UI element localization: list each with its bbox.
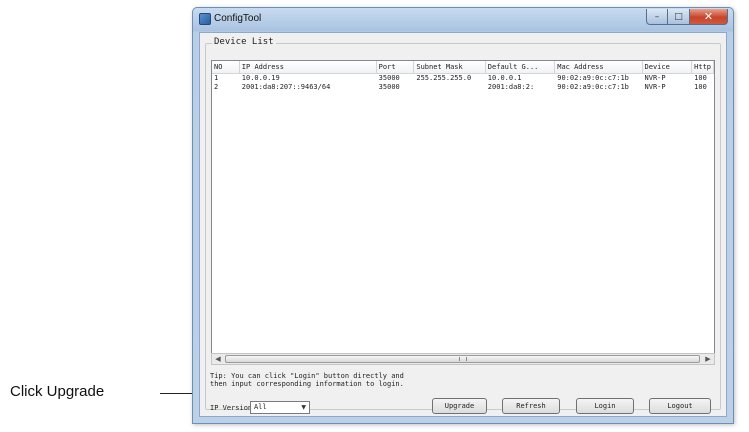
login-button[interactable]: Login	[576, 398, 634, 414]
ip-version-select[interactable]: All ▼	[250, 401, 310, 414]
column-header-http[interactable]: Http	[692, 61, 714, 73]
minimize-button[interactable]: –	[646, 9, 668, 25]
window-controls: – □ ✕	[646, 9, 728, 25]
cell-port: 35000	[378, 83, 400, 91]
close-button[interactable]: ✕	[690, 9, 728, 25]
ip-version-label: IP Version	[210, 404, 253, 412]
column-header-subnet-mask[interactable]: Subnet Mask	[414, 61, 486, 73]
client-area: Device List NO IP Address Port Subnet Ma…	[199, 32, 727, 417]
cell-no: 1	[214, 74, 219, 82]
arrow-left-icon[interactable]: ◀	[212, 354, 224, 364]
column-header-default-gateway[interactable]: Default G...	[486, 61, 556, 73]
cell-subnet-mask: 255.255.255.0	[416, 74, 472, 82]
close-icon: ✕	[703, 10, 714, 23]
annotation-label: Click Upgrade	[10, 383, 105, 400]
cell-subnet-mask	[414, 83, 485, 92]
cell-ip-address: 10.0.0.19	[241, 74, 280, 82]
tip-text: Tip: You can click "Login" button direct…	[210, 372, 470, 388]
scrollbar-thumb[interactable]	[225, 355, 700, 363]
column-header-mac-address[interactable]: Mac Address	[555, 61, 643, 73]
device-table[interactable]: NO IP Address Port Subnet Mask Default G…	[211, 60, 715, 355]
device-list-group: Device List NO IP Address Port Subnet Ma…	[205, 37, 721, 414]
tip-line-1: Tip: You can click "Login" button direct…	[210, 372, 404, 380]
minimize-icon: –	[654, 11, 660, 22]
ip-version-value: All	[254, 403, 267, 411]
table-header: NO IP Address Port Subnet Mask Default G…	[212, 61, 714, 74]
table-row[interactable]: 2 2001:da8:207::9463/64 35000 2001:da8:2…	[212, 83, 714, 92]
cell-ip-address: 2001:da8:207::9463/64	[241, 83, 331, 91]
cell-http: 100	[694, 83, 707, 91]
column-header-port[interactable]: Port	[377, 61, 415, 73]
grip-icon	[458, 357, 467, 361]
cell-http: 100	[694, 74, 707, 82]
window-title: ConfigTool	[214, 13, 262, 24]
upgrade-button[interactable]: Upgrade	[432, 398, 487, 414]
app-icon	[199, 13, 211, 25]
tip-line-2: then input corresponding information to …	[210, 380, 404, 388]
refresh-button[interactable]: Refresh	[502, 398, 560, 414]
cell-mac-address: 90:02:a9:0c:c7:1b	[557, 74, 629, 82]
cell-device: NVR-P	[644, 83, 666, 91]
column-header-device[interactable]: Device	[643, 61, 693, 73]
horizontal-scrollbar[interactable]: ◀ ▶	[211, 353, 715, 365]
maximize-button[interactable]: □	[668, 9, 690, 25]
arrow-right-icon[interactable]: ▶	[702, 354, 714, 364]
cell-device: NVR-P	[644, 74, 666, 82]
configtool-window: ConfigTool – □ ✕ Device List NO IP Addre…	[192, 7, 734, 424]
title-bar[interactable]: ConfigTool – □ ✕	[193, 8, 733, 32]
device-list-legend: Device List	[212, 37, 276, 47]
cell-mac-address: 90:02:a9:0c:c7:1b	[557, 83, 629, 91]
cell-no: 2	[214, 83, 219, 91]
chevron-down-icon: ▼	[301, 404, 306, 411]
cell-default-gateway: 2001:da8:2:	[487, 83, 535, 91]
column-header-no[interactable]: NO	[212, 61, 240, 73]
maximize-icon: □	[674, 11, 683, 22]
table-row[interactable]: 1 10.0.0.19 35000 255.255.255.0 10.0.0.1…	[212, 74, 714, 83]
cell-default-gateway: 10.0.0.1	[487, 74, 522, 82]
cell-port: 35000	[378, 74, 400, 82]
column-header-ip-address[interactable]: IP Address	[240, 61, 377, 73]
logout-button[interactable]: Logout	[649, 398, 711, 414]
